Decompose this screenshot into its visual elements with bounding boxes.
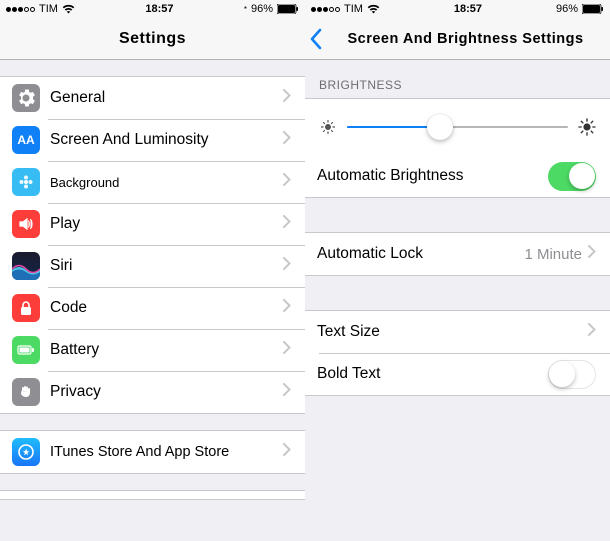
siri-icon [12, 252, 40, 280]
nav-header: Settings [0, 18, 305, 60]
chevron-right-icon [283, 299, 291, 317]
row-label: Privacy [50, 383, 283, 401]
appstore-icon [12, 438, 40, 466]
row-label: Screen And Luminosity [50, 131, 283, 149]
row-code[interactable]: Code [0, 287, 305, 329]
settings-screen: TIM 18:57 * 96% Settings General AA Scre… [0, 0, 305, 541]
status-bar: TIM 18:57 * 96% [0, 0, 305, 18]
battery-label: 96% [251, 3, 273, 15]
row-screen-luminosity[interactable]: AA Screen And Luminosity [0, 119, 305, 161]
row-label: Siri [50, 257, 283, 275]
back-button[interactable] [309, 28, 321, 50]
signal-icon [311, 7, 340, 12]
row-siri[interactable]: Siri [0, 245, 305, 287]
brightness-slider[interactable] [347, 126, 568, 128]
sound-icon [12, 210, 40, 238]
lock-icon [12, 294, 40, 322]
nav-header: Screen And Brightness Settings [305, 18, 610, 60]
text-size-icon: AA [12, 126, 40, 154]
wifi-icon [62, 4, 75, 14]
sun-high-icon [578, 118, 596, 136]
chevron-right-icon [283, 443, 291, 461]
hand-icon [12, 378, 40, 406]
auto-brightness-toggle[interactable] [548, 162, 596, 191]
brightness-section-header: BRIGHTNESS [305, 60, 610, 98]
row-label: Battery [50, 341, 283, 359]
page-title: Screen And Brightness Settings [347, 31, 583, 47]
row-label: Background [50, 175, 283, 190]
row-itunes-appstore[interactable]: ITunes Store And App Store [0, 431, 305, 473]
chevron-right-icon [588, 245, 596, 263]
row-label: ITunes Store And App Store [50, 444, 283, 460]
chevron-right-icon [283, 257, 291, 275]
chevron-right-icon [283, 341, 291, 359]
sun-low-icon [319, 118, 337, 136]
time-label: 18:57 [454, 3, 482, 15]
bold-text-toggle[interactable] [548, 360, 596, 389]
row-play[interactable]: Play [0, 203, 305, 245]
battery-icon [277, 4, 299, 14]
row-label: Play [50, 215, 283, 233]
row-auto-lock[interactable]: Automatic Lock 1 Minute [305, 233, 610, 275]
row-label: Automatic Brightness [317, 167, 548, 185]
row-value: 1 Minute [524, 246, 582, 263]
row-general[interactable]: General [0, 77, 305, 119]
battery-icon [582, 4, 604, 14]
page-title: Settings [119, 30, 186, 48]
slider-thumb[interactable] [427, 114, 453, 140]
battery-row-icon [12, 336, 40, 364]
carrier-label: TIM [39, 3, 58, 15]
row-battery[interactable]: Battery [0, 329, 305, 371]
row-label: Automatic Lock [317, 245, 524, 263]
brightness-screen: TIM 18:57 96% Screen And Brightness Sett… [305, 0, 610, 541]
wifi-icon [367, 4, 380, 14]
chevron-right-icon [283, 173, 291, 191]
brightness-slider-row [305, 99, 610, 155]
battery-label: 96% [556, 3, 578, 15]
row-label: Code [50, 299, 283, 317]
chevron-right-icon [283, 383, 291, 401]
row-bold-text: Bold Text [305, 353, 610, 395]
row-label: General [50, 89, 283, 107]
chevron-right-icon [283, 131, 291, 149]
chevron-right-icon [283, 89, 291, 107]
status-bar: TIM 18:57 96% [305, 0, 610, 18]
chevron-right-icon [588, 323, 596, 341]
row-label: Bold Text [317, 365, 548, 383]
row-background[interactable]: Background [0, 161, 305, 203]
row-auto-brightness: Automatic Brightness [305, 155, 610, 197]
gear-icon [12, 84, 40, 112]
row-text-size[interactable]: Text Size [305, 311, 610, 353]
signal-icon [6, 7, 35, 12]
carrier-label: TIM [344, 3, 363, 15]
row-label: Text Size [317, 323, 588, 341]
chevron-right-icon [283, 215, 291, 233]
row-privacy[interactable]: Privacy [0, 371, 305, 413]
time-label: 18:57 [145, 3, 173, 15]
flower-icon [12, 168, 40, 196]
